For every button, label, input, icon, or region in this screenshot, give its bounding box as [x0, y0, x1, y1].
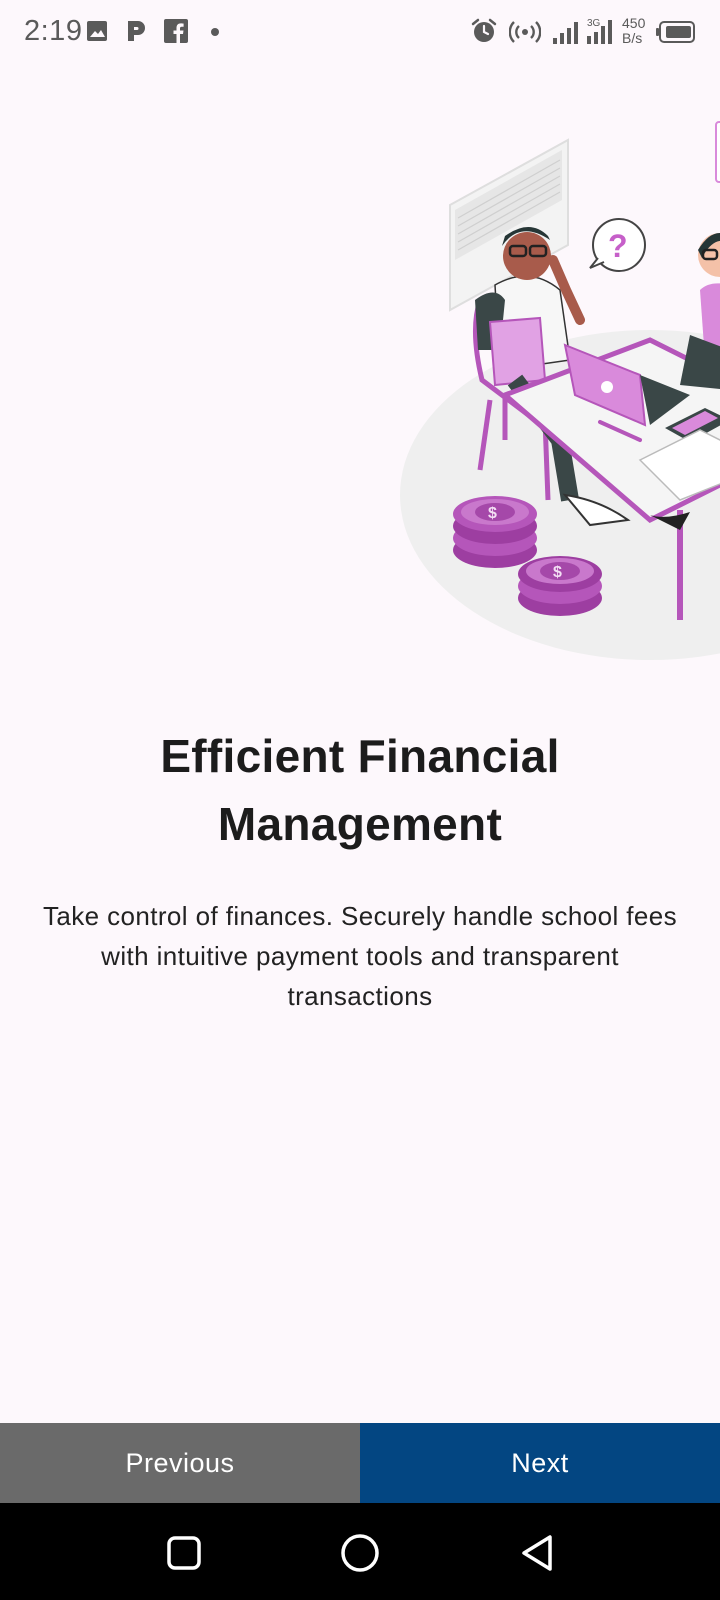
previous-button[interactable]: Previous [0, 1423, 360, 1503]
back-triangle-icon[interactable] [516, 1531, 560, 1575]
facebook-icon [164, 19, 188, 43]
question-bubble-icon: ? [589, 218, 646, 272]
image-icon [87, 21, 107, 41]
onboarding-description: Take control of finances. Securely handl… [42, 901, 677, 1011]
onboarding-title: Efficient Financial Management [160, 730, 560, 850]
coin-stack-icon: $ [518, 556, 602, 616]
network-speed-unit: B/s [622, 30, 643, 46]
coin-stack-icon: $ [453, 496, 537, 568]
picture-frame [715, 121, 720, 183]
p-app-icon [128, 21, 145, 41]
network-speed-value: 450 [622, 15, 646, 31]
status-bar: 2:19 3G 450 B/s [0, 0, 720, 64]
onboarding-screen: 2:19 3G 450 B/s ? $ $ Efficient Financia… [0, 0, 720, 1600]
next-button[interactable]: Next [360, 1423, 720, 1503]
signal-3g-icon: 3G [587, 18, 612, 44]
system-nav-bar [0, 1503, 720, 1600]
signal-icon [553, 22, 578, 44]
battery-icon [656, 21, 695, 43]
network-speed: 450 B/s [622, 16, 654, 46]
svg-text:$: $ [488, 505, 497, 522]
svg-text:3G: 3G [587, 18, 601, 29]
svg-text:?: ? [608, 228, 628, 264]
svg-text:$: $ [553, 564, 562, 581]
finance-meeting-illustration: ? $ $ [400, 121, 720, 660]
hotspot-icon [509, 21, 541, 43]
home-circle-icon[interactable] [338, 1531, 382, 1575]
status-time: 2:19 [24, 15, 83, 47]
alarm-icon [471, 18, 497, 42]
dot-icon [211, 28, 219, 36]
recents-square-icon[interactable] [162, 1531, 206, 1575]
